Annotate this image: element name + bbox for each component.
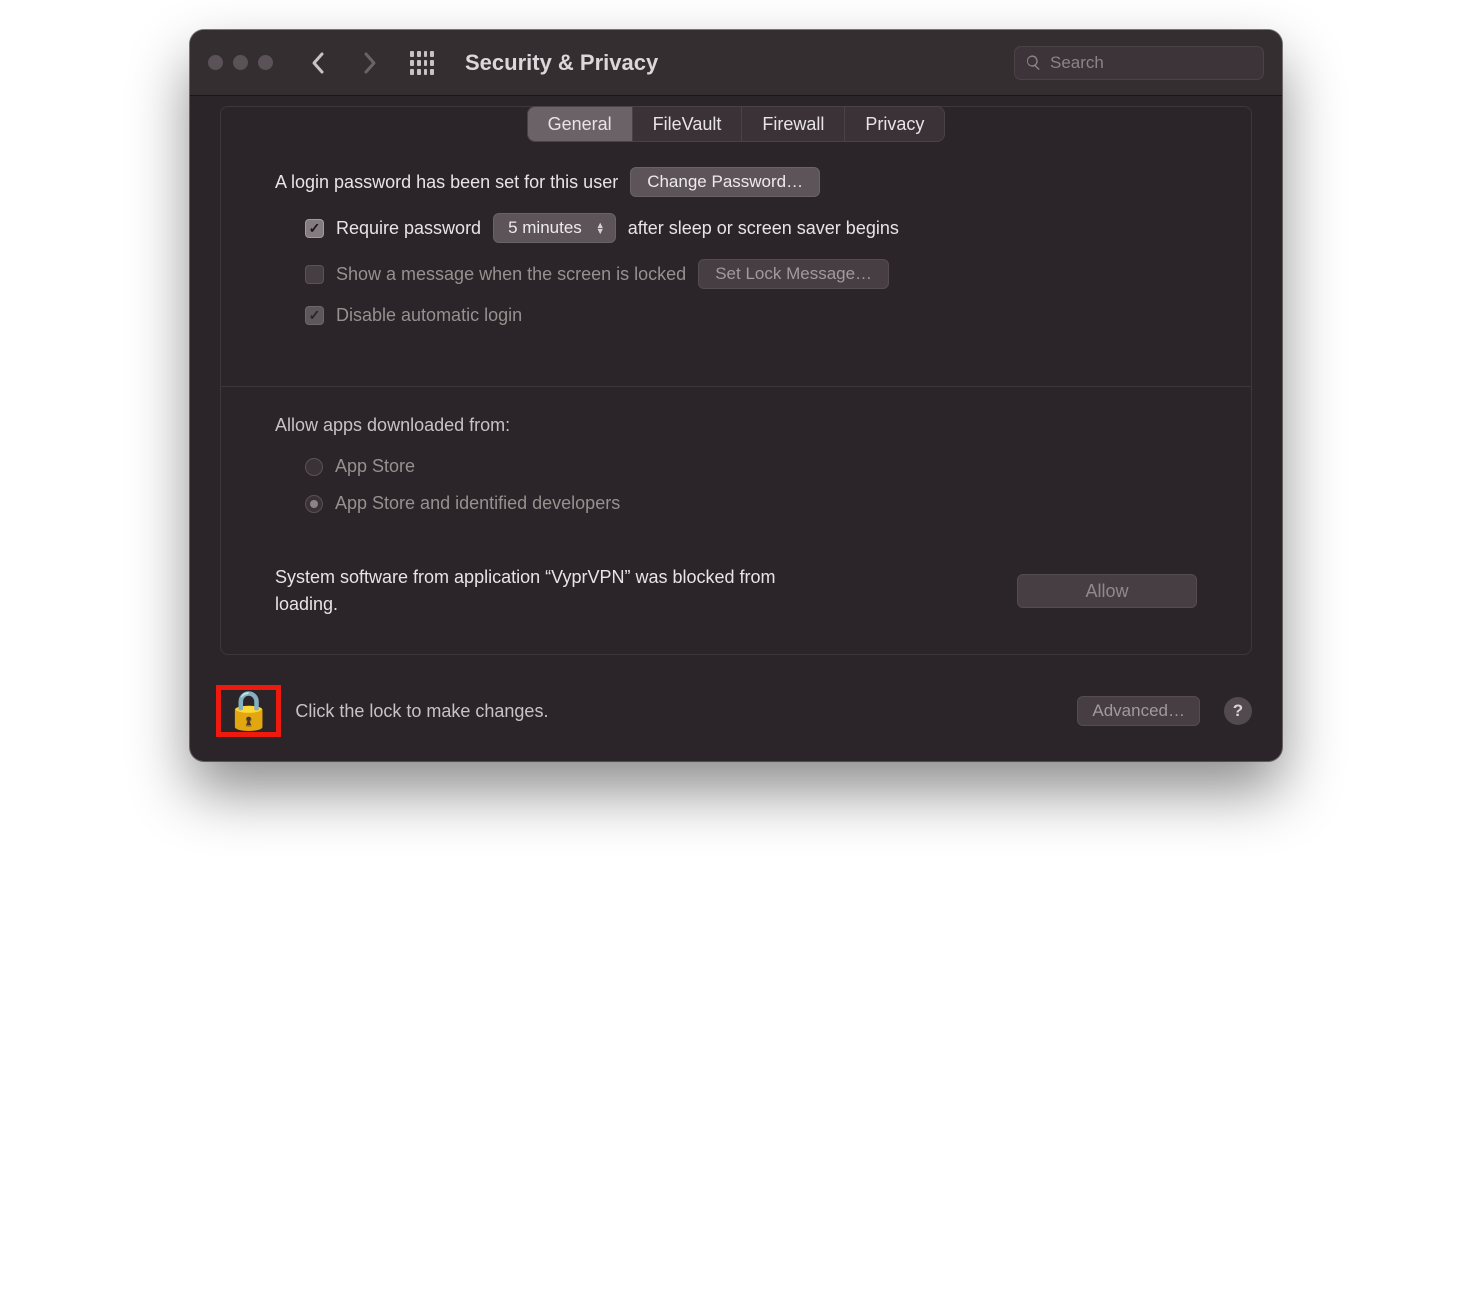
- set-lock-message-button[interactable]: Set Lock Message…: [698, 259, 889, 289]
- tab-filevault[interactable]: FileVault: [633, 107, 743, 141]
- show-all-button[interactable]: [405, 46, 439, 80]
- require-password-checkbox[interactable]: [305, 219, 324, 238]
- window-controls: [208, 55, 273, 70]
- zoom-window-button[interactable]: [258, 55, 273, 70]
- login-password-label: A login password has been set for this u…: [275, 172, 618, 193]
- tab-general[interactable]: General: [528, 107, 633, 141]
- allow-blocked-software-button[interactable]: Allow: [1017, 574, 1197, 608]
- select-arrows-icon: ▲▼: [596, 222, 605, 234]
- search-icon: [1025, 54, 1042, 71]
- show-lock-message-label: Show a message when the screen is locked: [336, 264, 686, 285]
- lock-highlight: 🔒: [216, 685, 281, 737]
- require-password-delay-value: 5 minutes: [508, 218, 582, 238]
- content-area: General FileVault Firewall Privacy A log…: [190, 96, 1282, 673]
- help-button[interactable]: ?: [1224, 697, 1252, 725]
- require-password-label: Require password: [336, 218, 481, 239]
- titlebar: Security & Privacy Search: [190, 30, 1282, 96]
- blocked-software-row: System software from application “VyprVP…: [275, 564, 1197, 618]
- require-password-delay-select[interactable]: 5 minutes ▲▼: [493, 213, 616, 243]
- tab-privacy[interactable]: Privacy: [845, 107, 944, 141]
- disable-auto-login-checkbox[interactable]: [305, 306, 324, 325]
- allow-apps-appstore-label: App Store: [335, 456, 415, 477]
- tab-firewall[interactable]: Firewall: [742, 107, 845, 141]
- blocked-software-message: System software from application “VyprVP…: [275, 564, 835, 618]
- allow-apps-identified-radio[interactable]: [305, 495, 323, 513]
- lock-icon[interactable]: 🔒: [225, 692, 272, 730]
- tab-bar: General FileVault Firewall Privacy: [527, 106, 946, 142]
- advanced-button[interactable]: Advanced…: [1077, 696, 1200, 726]
- nav-back-button[interactable]: [301, 46, 335, 80]
- allow-apps-heading: Allow apps downloaded from:: [275, 415, 510, 436]
- allow-apps-appstore-radio[interactable]: [305, 458, 323, 476]
- footer: 🔒 Click the lock to make changes. Advanc…: [190, 673, 1282, 761]
- nav-forward-button[interactable]: [353, 46, 387, 80]
- login-password-row: A login password has been set for this u…: [275, 167, 1197, 197]
- preferences-window: Security & Privacy Search General FileVa…: [190, 30, 1282, 761]
- minimize-window-button[interactable]: [233, 55, 248, 70]
- general-panel: General FileVault Firewall Privacy A log…: [220, 106, 1252, 655]
- grid-icon: [410, 51, 434, 75]
- show-lock-message-checkbox[interactable]: [305, 265, 324, 284]
- change-password-button[interactable]: Change Password…: [630, 167, 820, 197]
- panel-separator: [221, 386, 1251, 387]
- close-window-button[interactable]: [208, 55, 223, 70]
- disable-auto-login-label: Disable automatic login: [336, 305, 522, 326]
- window-title: Security & Privacy: [465, 50, 658, 76]
- search-field[interactable]: Search: [1014, 46, 1264, 80]
- allow-apps-identified-label: App Store and identified developers: [335, 493, 620, 514]
- lock-hint-text: Click the lock to make changes.: [295, 701, 548, 722]
- search-placeholder: Search: [1050, 53, 1104, 73]
- require-password-suffix: after sleep or screen saver begins: [628, 218, 899, 239]
